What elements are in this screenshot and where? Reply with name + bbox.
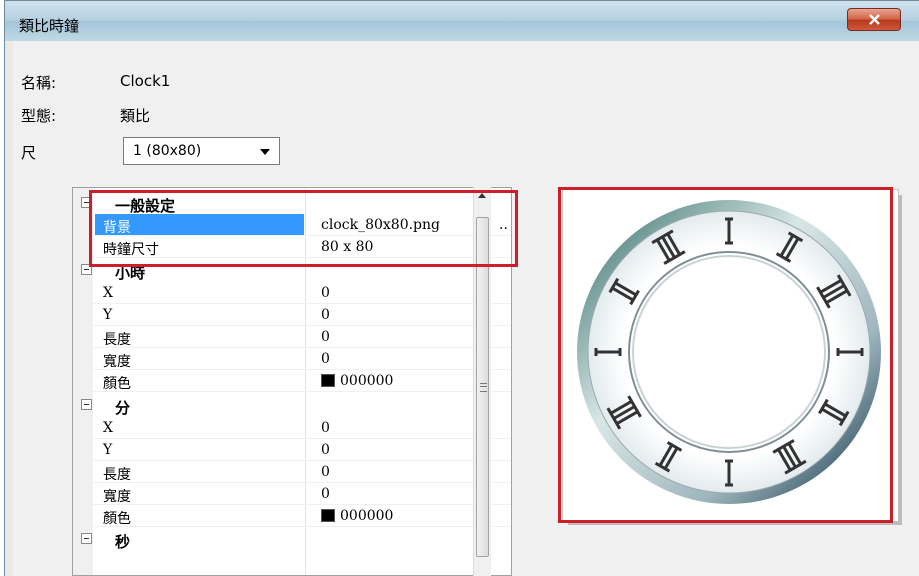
type-value: 類比: [120, 107, 151, 125]
property-row-hour-length[interactable]: 長度 0: [73, 326, 511, 348]
property-row-hour-width[interactable]: 寬度 0: [73, 348, 511, 370]
highlight-clock-preview: [558, 187, 893, 523]
title-bar: 類比時鐘: [5, 1, 919, 41]
window-title: 類比時鐘: [19, 17, 80, 35]
property-row-minute-y[interactable]: Y 0: [73, 439, 511, 461]
name-label: 名稱:: [21, 74, 57, 92]
name-value: Clock1: [120, 72, 171, 90]
category-second[interactable]: 秒: [73, 528, 511, 551]
size-dropdown[interactable]: 1 (80x80): [123, 137, 280, 165]
size-dropdown-value: 1 (80x80): [133, 143, 202, 159]
highlight-general-settings: [89, 190, 518, 267]
category-minute[interactable]: 分: [73, 394, 511, 417]
property-row-hour-y[interactable]: Y 0: [73, 304, 511, 326]
close-icon: [869, 14, 880, 25]
property-row-minute-color[interactable]: 顏色 000000: [73, 505, 511, 527]
size-label: 尺: [21, 144, 37, 162]
color-swatch[interactable]: [321, 509, 335, 522]
collapse-icon[interactable]: [81, 399, 92, 410]
property-row-hour-x[interactable]: X 0: [73, 282, 511, 304]
property-row-minute-x[interactable]: X 0: [73, 417, 511, 439]
color-swatch[interactable]: [321, 374, 335, 387]
property-row-hour-color[interactable]: 顏色 000000: [73, 370, 511, 392]
chevron-down-icon: [260, 149, 270, 155]
scrollbar-thumb[interactable]: [476, 217, 489, 557]
property-row-minute-length[interactable]: 長度 0: [73, 461, 511, 483]
collapse-icon[interactable]: [81, 533, 92, 544]
type-label: 型態:: [21, 107, 57, 125]
dialog-window: 類比時鐘 名稱: Clock1 型態: 類比 尺 1 (80x80) 一般設定 …: [4, 0, 919, 576]
close-button[interactable]: [847, 8, 901, 31]
property-row-minute-width[interactable]: 寬度 0: [73, 483, 511, 505]
